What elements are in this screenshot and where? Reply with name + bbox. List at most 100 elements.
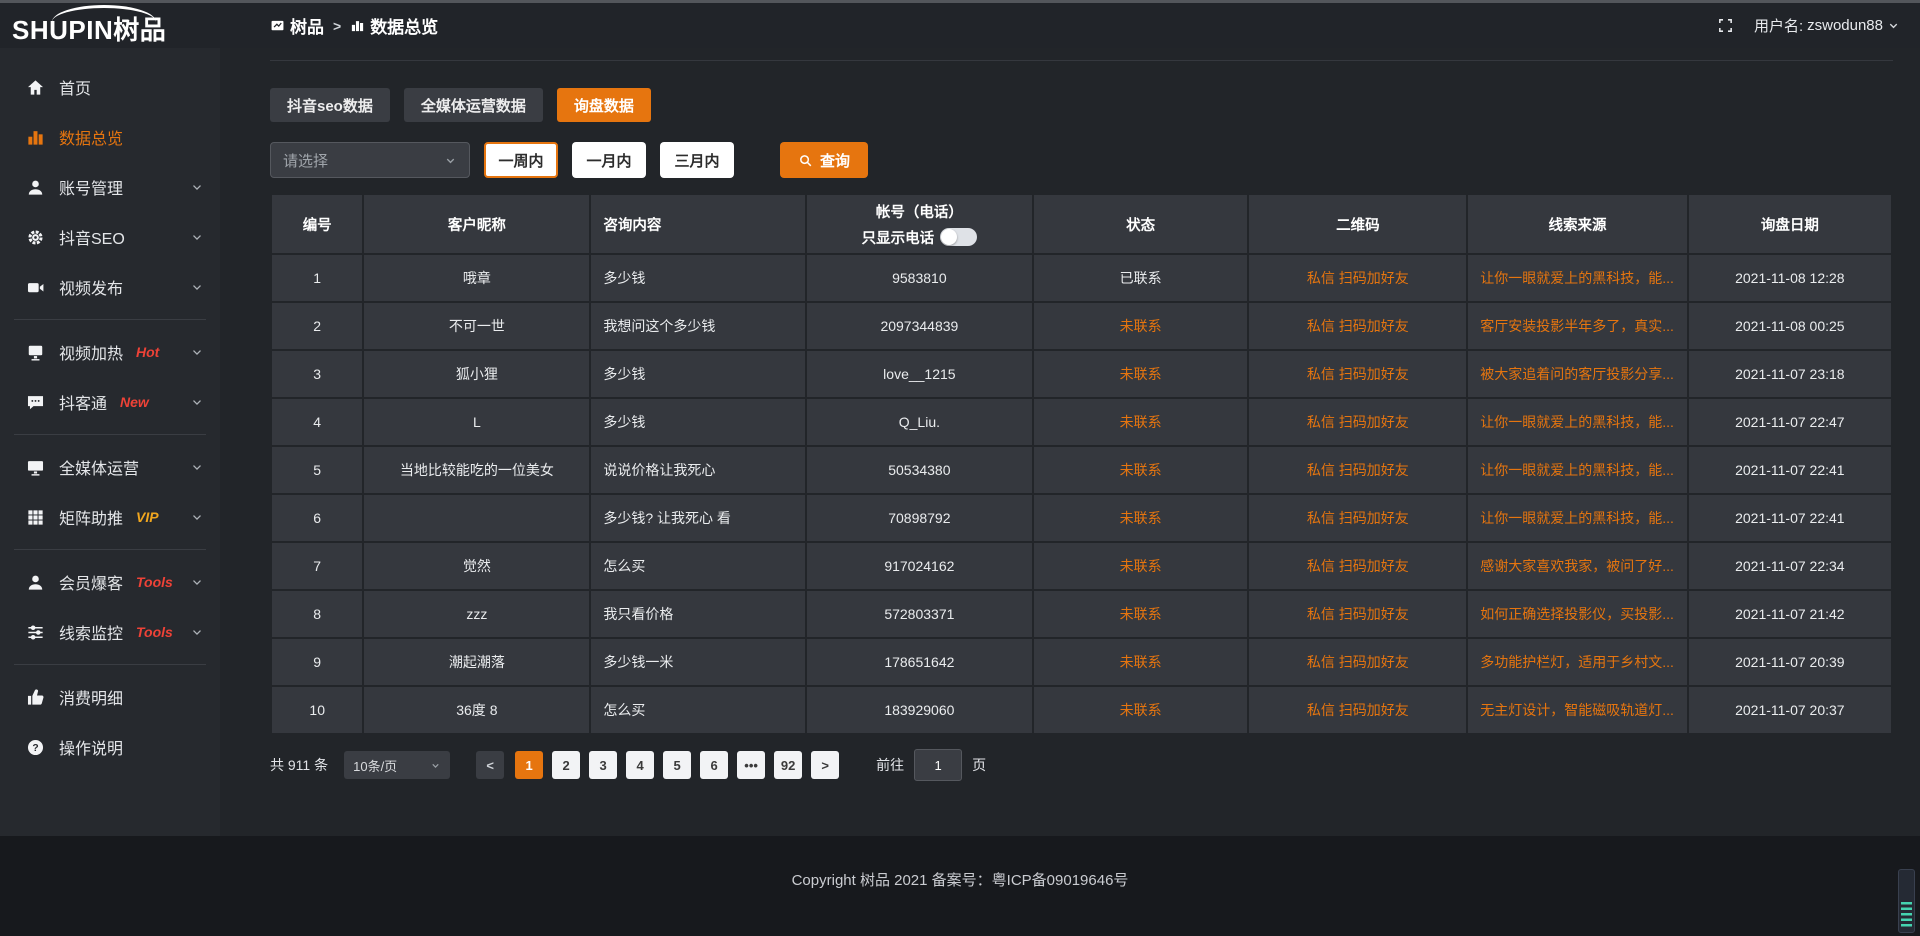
cell-source-link[interactable]: 客厅安装投影半年多了，真实... bbox=[1467, 302, 1687, 350]
page-size-select[interactable]: 10条/页 bbox=[344, 751, 450, 779]
page-button-3[interactable]: 3 bbox=[589, 751, 617, 779]
cell-qr-links[interactable]: 私信 扫码加好友 bbox=[1248, 590, 1467, 638]
floating-widget[interactable] bbox=[1898, 869, 1915, 933]
cell-content: 我只看价格 bbox=[590, 590, 806, 638]
cell-nickname: 觉然 bbox=[363, 542, 590, 590]
cell-qr-links[interactable]: 私信 扫码加好友 bbox=[1248, 350, 1467, 398]
sidebar-item-help[interactable]: ?操作说明 bbox=[0, 722, 220, 772]
logo-text: SHUPIN树品 bbox=[12, 10, 166, 47]
sidebar-item-label: 首页 bbox=[59, 75, 91, 99]
cell-date: 2021-11-08 00:25 bbox=[1688, 302, 1892, 350]
breadcrumb-label: 数据总览 bbox=[370, 13, 438, 38]
header-content: 咨询内容 bbox=[590, 194, 806, 254]
table-row: 1哦章多少钱9583810已联系私信 扫码加好友让你一眼就爱上的黑科技，能...… bbox=[271, 254, 1892, 302]
video-icon bbox=[26, 278, 45, 297]
sidebar-item-label: 抖客通 bbox=[59, 390, 107, 414]
goto-unit-label: 页 bbox=[972, 755, 986, 775]
user-menu[interactable]: 用户名: zswodun88 bbox=[1754, 15, 1900, 36]
inquiry-table: 编号 客户昵称 咨询内容 帐号（电话） 只显示电话 状态 二维码 线索来源 询盘… bbox=[270, 193, 1893, 735]
cell-account: 9583810 bbox=[806, 254, 1033, 302]
header-nickname: 客户昵称 bbox=[363, 194, 590, 254]
sidebar-item-label: 数据总览 bbox=[59, 125, 123, 149]
next-page-button[interactable]: > bbox=[811, 751, 839, 779]
cell-status: 未联系 bbox=[1033, 350, 1249, 398]
page-button-2[interactable]: 2 bbox=[552, 751, 580, 779]
sidebar-item-label: 消费明细 bbox=[59, 685, 123, 709]
sidebar-item-video[interactable]: 视频发布 bbox=[0, 262, 220, 312]
cell-nickname bbox=[363, 494, 590, 542]
more-pages-button[interactable]: ••• bbox=[737, 751, 765, 779]
header-account: 帐号（电话） 只显示电话 bbox=[806, 194, 1033, 254]
breadcrumb-item-home[interactable]: 树品 bbox=[270, 13, 324, 38]
cell-source-link[interactable]: 让你一眼就爱上的黑科技，能... bbox=[1467, 398, 1687, 446]
phone-only-toggle[interactable] bbox=[940, 228, 977, 246]
cell-qr-links[interactable]: 私信 扫码加好友 bbox=[1248, 542, 1467, 590]
range-button-week[interactable]: 一周内 bbox=[484, 142, 558, 178]
sidebar-item-gear[interactable]: 抖音SEO bbox=[0, 212, 220, 262]
sidebar-item-screen[interactable]: 视频加热Hot bbox=[0, 327, 220, 377]
cell-source-link[interactable]: 被大家追着问的客厅投影分享... bbox=[1467, 350, 1687, 398]
cell-source-link[interactable]: 如何正确选择投影仪，买投影... bbox=[1467, 590, 1687, 638]
query-button-label: 查询 bbox=[820, 150, 850, 171]
cell-qr-links[interactable]: 私信 扫码加好友 bbox=[1248, 446, 1467, 494]
sidebar-item-label: 线索监控 bbox=[59, 620, 123, 644]
cell-qr-links[interactable]: 私信 扫码加好友 bbox=[1248, 254, 1467, 302]
cell-content: 怎么买 bbox=[590, 686, 806, 734]
tab-inquiry-data[interactable]: 询盘数据 bbox=[557, 88, 651, 122]
page-button-92[interactable]: 92 bbox=[774, 751, 802, 779]
header-id: 编号 bbox=[271, 194, 363, 254]
sidebar-item-member[interactable]: 会员爆客Tools bbox=[0, 557, 220, 607]
table-row: 2不可一世我想问这个多少钱2097344839未联系私信 扫码加好友客厅安装投影… bbox=[271, 302, 1892, 350]
range-button-quarter[interactable]: 三月内 bbox=[660, 142, 734, 178]
sidebar-item-home[interactable]: 首页 bbox=[0, 62, 220, 112]
breadcrumb-label: 树品 bbox=[290, 13, 324, 38]
cell-content: 多少钱 bbox=[590, 350, 806, 398]
cell-id: 2 bbox=[271, 302, 363, 350]
sidebar-item-grid[interactable]: 矩阵助推VIP bbox=[0, 492, 220, 542]
fullscreen-icon[interactable] bbox=[1717, 17, 1734, 34]
menu-divider bbox=[14, 549, 206, 550]
goto-page-input[interactable] bbox=[914, 749, 962, 781]
cell-status: 未联系 bbox=[1033, 542, 1249, 590]
cell-account: 183929060 bbox=[806, 686, 1033, 734]
range-button-month[interactable]: 一月内 bbox=[572, 142, 646, 178]
sidebar-item-chart[interactable]: 数据总览 bbox=[0, 112, 220, 162]
tab-douyin-seo-data[interactable]: 抖音seo数据 bbox=[270, 88, 390, 122]
cell-qr-links[interactable]: 私信 扫码加好友 bbox=[1248, 302, 1467, 350]
cell-qr-links[interactable]: 私信 扫码加好友 bbox=[1248, 638, 1467, 686]
cell-account: 178651642 bbox=[806, 638, 1033, 686]
sidebar-item-monitor[interactable]: 全媒体运营 bbox=[0, 442, 220, 492]
sidebar-item-user[interactable]: 账号管理 bbox=[0, 162, 220, 212]
sidebar-item-sliders[interactable]: 线索监控Tools bbox=[0, 607, 220, 657]
cell-qr-links[interactable]: 私信 扫码加好友 bbox=[1248, 398, 1467, 446]
tab-omnimedia-data[interactable]: 全媒体运营数据 bbox=[404, 88, 543, 122]
cell-source-link[interactable]: 让你一眼就爱上的黑科技，能... bbox=[1467, 254, 1687, 302]
query-button[interactable]: 查询 bbox=[780, 142, 868, 178]
select-placeholder: 请选择 bbox=[283, 150, 328, 171]
sidebar-item-wallet[interactable]: 消费明细 bbox=[0, 672, 220, 722]
page-button-6[interactable]: 6 bbox=[700, 751, 728, 779]
page-button-1[interactable]: 1 bbox=[515, 751, 543, 779]
cell-source-link[interactable]: 无主灯设计，智能磁吸轨道灯... bbox=[1467, 686, 1687, 734]
cell-account: 572803371 bbox=[806, 590, 1033, 638]
menu-badge: VIP bbox=[136, 509, 159, 525]
cell-qr-links[interactable]: 私信 扫码加好友 bbox=[1248, 686, 1467, 734]
prev-page-button[interactable]: < bbox=[476, 751, 504, 779]
cell-qr-links[interactable]: 私信 扫码加好友 bbox=[1248, 494, 1467, 542]
menu-divider bbox=[14, 434, 206, 435]
breadcrumb-item-current[interactable]: 数据总览 bbox=[350, 13, 438, 38]
cell-nickname: 潮起潮落 bbox=[363, 638, 590, 686]
cell-source-link[interactable]: 多功能护栏灯，适用于乡村文... bbox=[1467, 638, 1687, 686]
filter-select[interactable]: 请选择 bbox=[270, 142, 470, 178]
page-button-4[interactable]: 4 bbox=[626, 751, 654, 779]
cell-status: 未联系 bbox=[1033, 494, 1249, 542]
cell-source-link[interactable]: 感谢大家喜欢我家，被问了好... bbox=[1467, 542, 1687, 590]
widget-stripes bbox=[1901, 902, 1912, 929]
cell-source-link[interactable]: 让你一眼就爱上的黑科技，能... bbox=[1467, 446, 1687, 494]
sidebar: 首页数据总览账号管理抖音SEO视频发布视频加热Hot抖客通New 全媒体运营矩阵助… bbox=[0, 48, 220, 836]
user-icon bbox=[26, 178, 45, 197]
sidebar-item-chat[interactable]: 抖客通New bbox=[0, 377, 220, 427]
page-button-5[interactable]: 5 bbox=[663, 751, 691, 779]
cell-source-link[interactable]: 让你一眼就爱上的黑科技，能... bbox=[1467, 494, 1687, 542]
filter-bar: 请选择 一周内 一月内 三月内 查询 bbox=[270, 142, 1893, 178]
